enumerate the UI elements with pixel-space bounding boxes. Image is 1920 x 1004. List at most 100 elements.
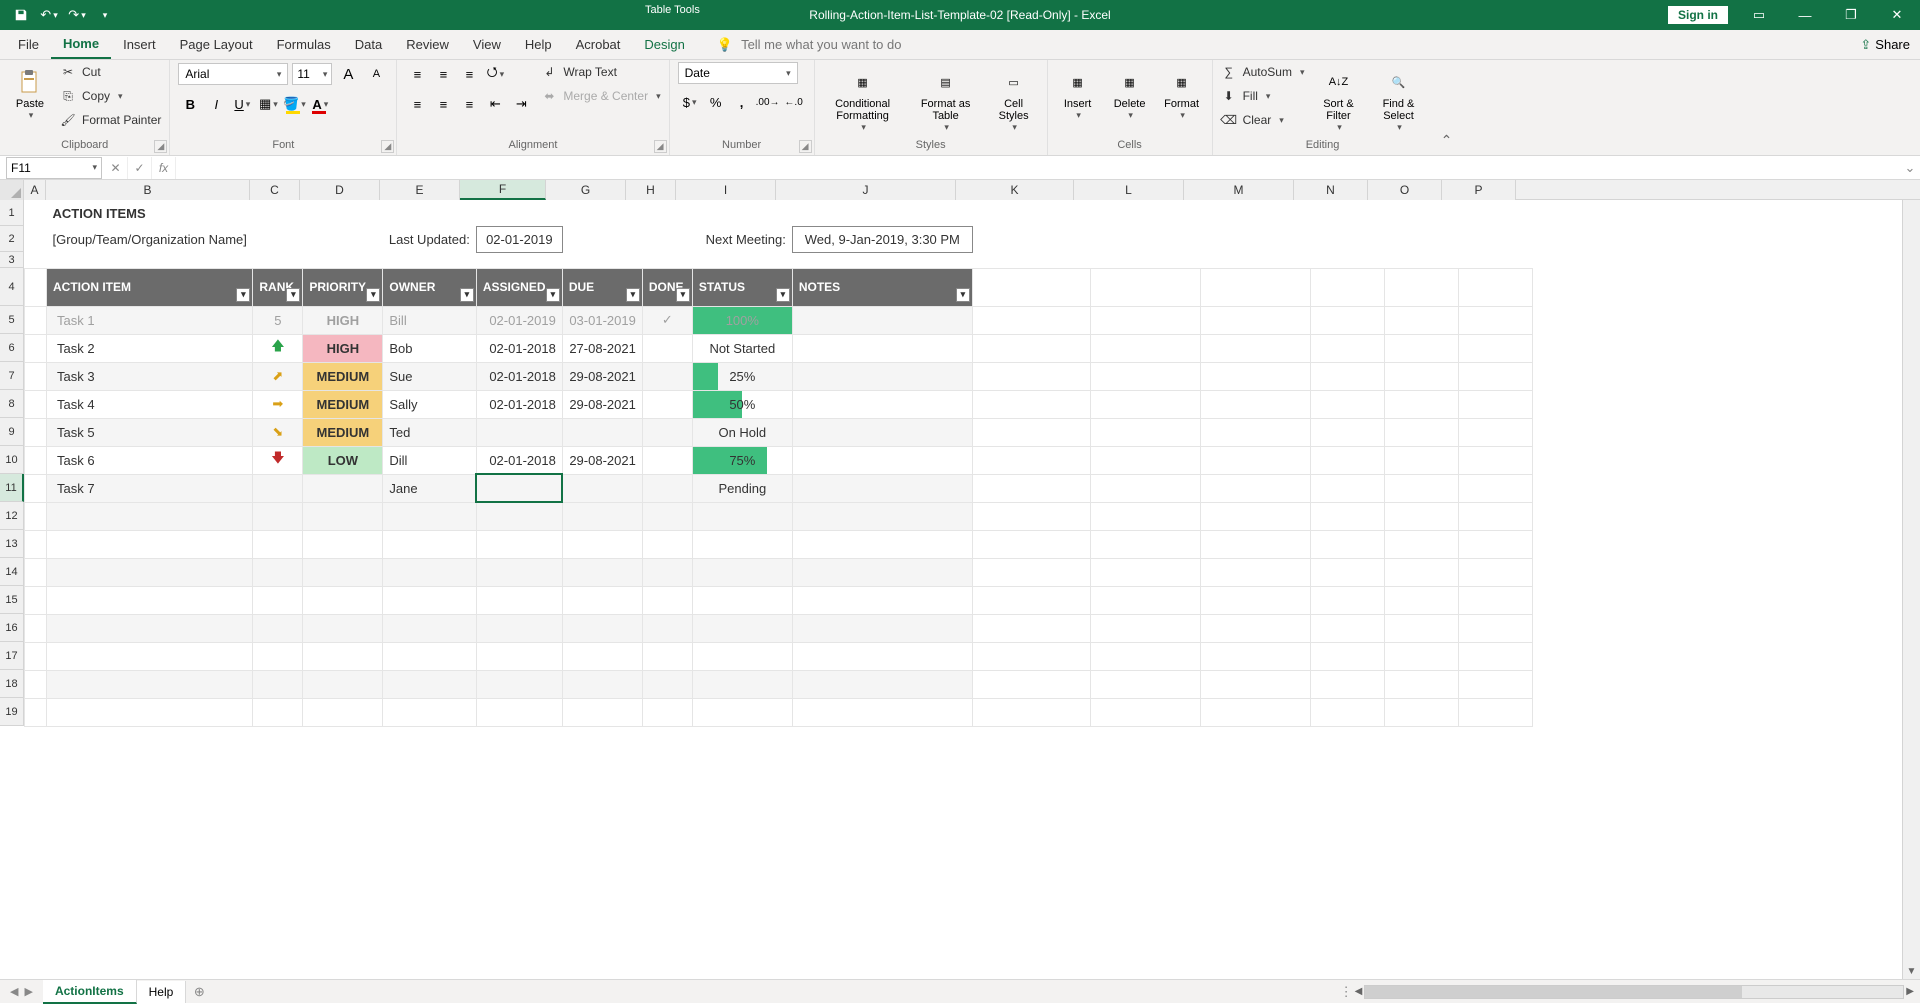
table-row[interactable]: Task 4➡MEDIUMSally02-01-201829-08-202150… [25,390,1533,418]
col-header-M[interactable]: M [1184,180,1294,200]
share-button[interactable]: ⇪ Share [1860,37,1910,53]
close-icon[interactable]: ✕ [1874,0,1920,30]
comma-format-icon[interactable]: , [730,90,754,114]
alignment-dialog-launcher[interactable]: ◢ [654,140,667,153]
table-header-action-item[interactable]: ACTION ITEM▾ [47,268,253,306]
formula-input[interactable] [176,157,1900,179]
row-header-13[interactable]: 13 [0,530,24,558]
tell-me-search[interactable]: 💡 Tell me what you want to do [717,37,902,53]
bold-button[interactable]: B [178,92,202,116]
row-header-3[interactable]: 3 [0,252,24,268]
next-sheet-icon[interactable]: ▶ [24,985,32,998]
row-header-6[interactable]: 6 [0,334,24,362]
filter-dropdown-icon[interactable]: ▾ [676,288,690,302]
col-header-K[interactable]: K [956,180,1074,200]
maximize-icon[interactable]: ❐ [1828,0,1874,30]
accounting-format-icon[interactable]: $▾ [678,90,702,114]
fill-button[interactable]: ⬇Fill▾ [1221,86,1305,106]
autosum-button[interactable]: ∑AutoSum▾ [1221,62,1305,82]
sheet-tab-actionitems[interactable]: ActionItems [43,980,137,1004]
format-painter-button[interactable]: 🖌Format Painter [60,110,161,130]
name-box[interactable]: F11▾ [6,157,102,179]
row-header-1[interactable]: 1 [0,200,24,226]
table-header-status[interactable]: STATUS▾ [692,268,792,306]
sheet-tab-help[interactable]: Help [137,981,187,1003]
save-icon[interactable] [8,2,34,28]
filter-dropdown-icon[interactable]: ▾ [546,288,560,302]
sign-in-button[interactable]: Sign in [1668,6,1728,24]
decrease-font-icon[interactable]: A [364,62,388,86]
row-header-10[interactable]: 10 [0,446,24,474]
col-header-E[interactable]: E [380,180,460,200]
tab-insert[interactable]: Insert [111,31,168,58]
col-header-B[interactable]: B [46,180,250,200]
collapse-ribbon-button[interactable]: ⌃ [1432,60,1460,155]
col-header-N[interactable]: N [1294,180,1368,200]
col-header-O[interactable]: O [1368,180,1442,200]
row-header-16[interactable]: 16 [0,614,24,642]
sheet-nav[interactable]: ◀▶ [0,985,43,998]
new-sheet-button[interactable]: ⊕ [186,984,212,1000]
row-header-15[interactable]: 15 [0,586,24,614]
row-header-12[interactable]: 12 [0,502,24,530]
clear-button[interactable]: ⌫Clear▾ [1221,110,1305,130]
col-header-L[interactable]: L [1074,180,1184,200]
table-row[interactable]: Task 5⬊MEDIUMTedOn Hold [25,418,1533,446]
table-tools-tab[interactable]: Table Tools [617,0,728,20]
table-header-rank[interactable]: RANK▾ [253,268,303,306]
tab-design[interactable]: Design [632,31,696,58]
row-header-17[interactable]: 17 [0,642,24,670]
table-header-done[interactable]: DONE▾ [642,268,692,306]
wrap-text-button[interactable]: ↲Wrap Text [541,62,660,82]
filter-dropdown-icon[interactable]: ▾ [776,288,790,302]
number-dialog-launcher[interactable]: ◢ [799,140,812,153]
paste-button[interactable]: Paste▾ [8,62,52,121]
select-all-button[interactable] [0,180,24,200]
fx-icon[interactable]: fx [152,157,176,179]
scroll-right-icon[interactable]: ▶ [1906,986,1914,997]
table-row[interactable]: Task 6🡇LOWDill02-01-201829-08-202175% [25,446,1533,474]
col-header-I[interactable]: I [676,180,776,200]
merge-center-button[interactable]: ⬌Merge & Center▾ [541,86,660,106]
row-header-9[interactable]: 9 [0,418,24,446]
fill-color-button[interactable]: 🪣▾ [282,92,306,116]
format-as-table-button[interactable]: ▤ Format as Table▾ [911,62,981,133]
tab-help[interactable]: Help [513,31,564,58]
sort-filter-button[interactable]: A↓ZSort & Filter▾ [1312,62,1364,133]
horizontal-scrollbar[interactable]: ⋮ ◀ ▶ [1340,984,1920,1000]
row-header-14[interactable]: 14 [0,558,24,586]
prev-sheet-icon[interactable]: ◀ [10,985,18,998]
orientation-icon[interactable]: ⭯▾ [483,62,507,86]
row-header-19[interactable]: 19 [0,698,24,726]
qat-customize-icon[interactable]: ▾ [92,2,118,28]
delete-cells-button[interactable]: ▦Delete▾ [1108,62,1152,121]
col-header-F[interactable]: F [460,180,546,200]
table-header-due[interactable]: DUE▾ [562,268,642,306]
tab-home[interactable]: Home [51,30,111,59]
increase-decimal-icon[interactable]: .00→ [756,90,780,114]
filter-dropdown-icon[interactable]: ▾ [286,288,300,302]
table-row[interactable]: Task 15HIGHBill02-01-201903-01-2019✓100% [25,306,1533,334]
tab-formulas[interactable]: Formulas [265,31,343,58]
borders-button[interactable]: ▦▾ [256,92,280,116]
table-header-notes[interactable]: NOTES▾ [792,268,972,306]
align-center-icon[interactable]: ≡ [431,92,455,116]
table-row[interactable]: Task 3⬈MEDIUMSue02-01-201829-08-202125% [25,362,1533,390]
table-row[interactable]: Task 7JanePending [25,474,1533,502]
underline-button[interactable]: U▾ [230,92,254,116]
col-header-D[interactable]: D [300,180,380,200]
col-header-C[interactable]: C [250,180,300,200]
row-header-8[interactable]: 8 [0,390,24,418]
align-right-icon[interactable]: ≡ [457,92,481,116]
minimize-icon[interactable]: — [1782,0,1828,30]
increase-font-icon[interactable]: A [336,62,360,86]
table-row[interactable]: Task 2🡅HIGHBob02-01-201827-08-2021Not St… [25,334,1533,362]
cut-button[interactable]: ✂Cut [60,62,161,82]
filter-dropdown-icon[interactable]: ▾ [956,288,970,302]
enter-formula-icon[interactable]: ✓ [128,157,152,179]
percent-format-icon[interactable]: % [704,90,728,114]
vertical-scrollbar[interactable]: ▲ ▼ [1902,180,1920,979]
font-dialog-launcher[interactable]: ◢ [381,140,394,153]
increase-indent-icon[interactable]: ⇥ [509,92,533,116]
filter-dropdown-icon[interactable]: ▾ [626,288,640,302]
